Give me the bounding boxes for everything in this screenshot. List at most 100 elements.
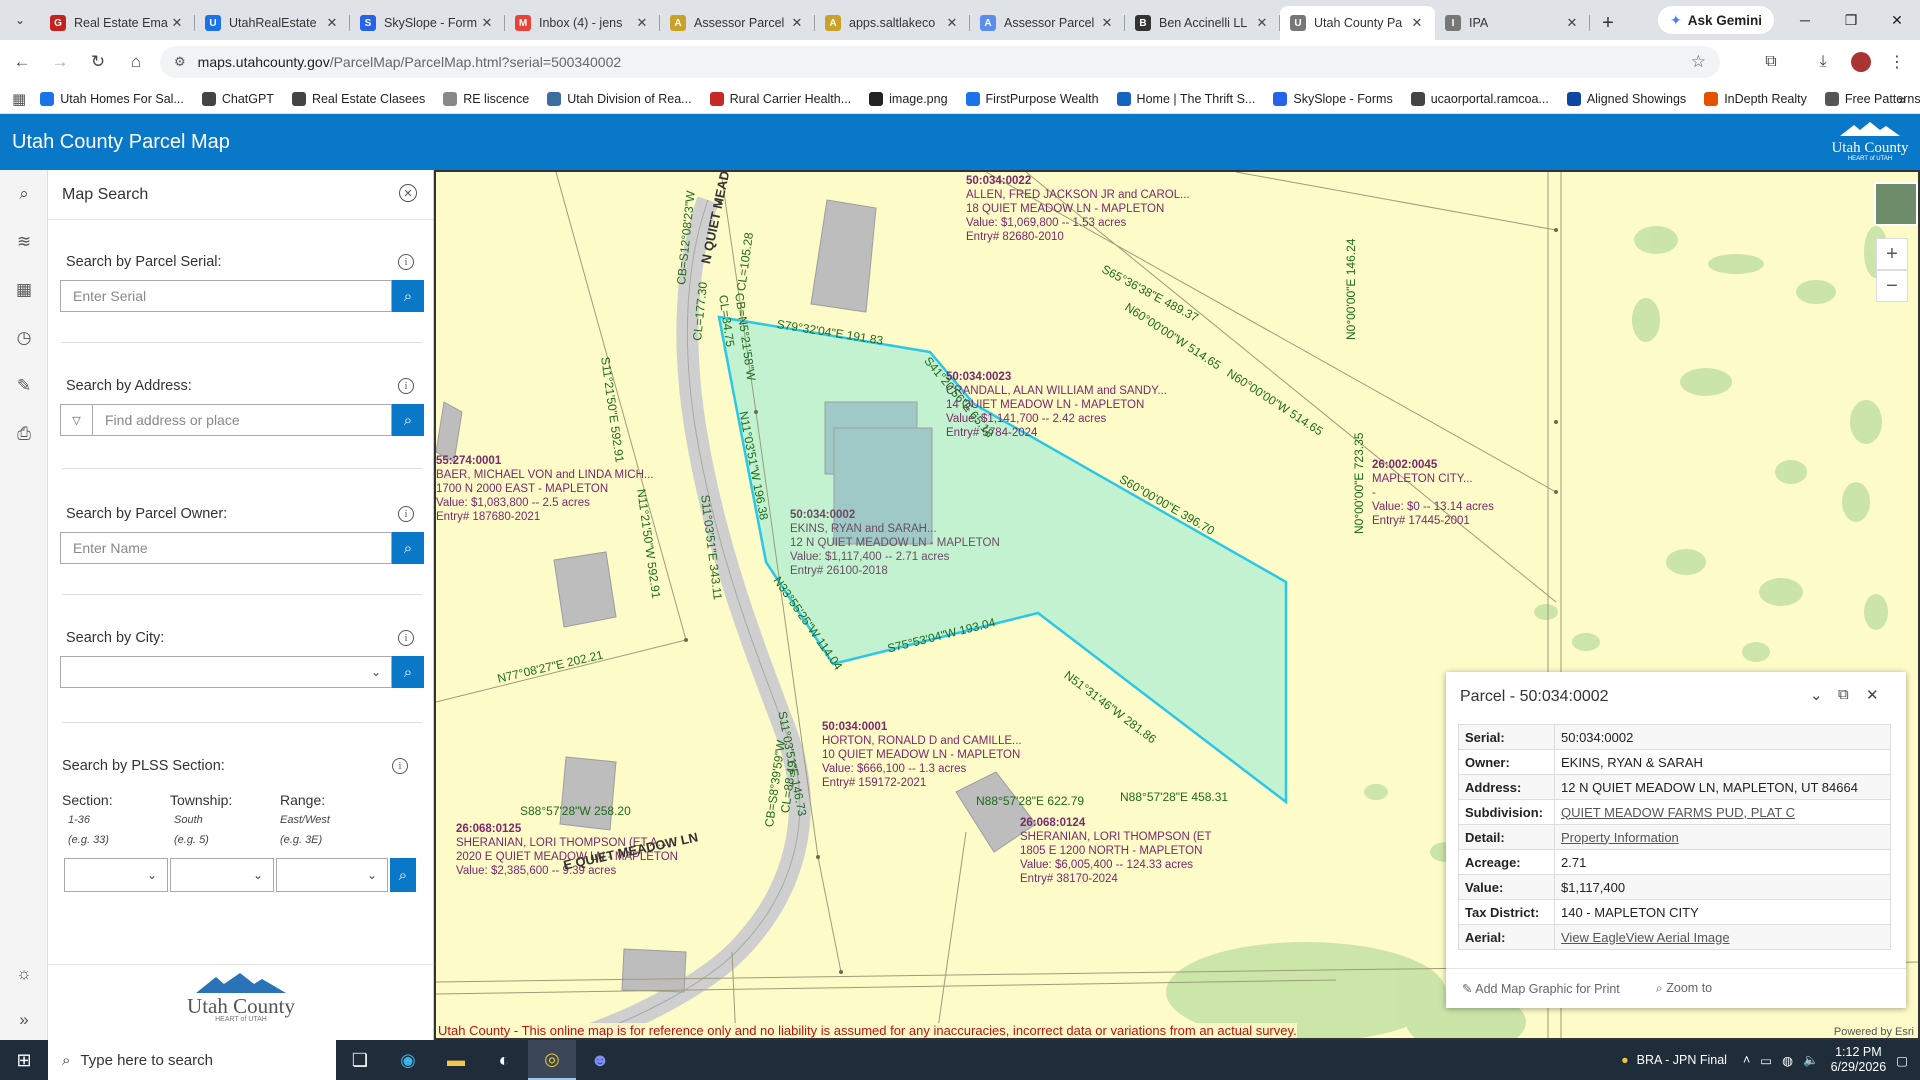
bookmark-item[interactable]: InDepth Realty <box>1704 91 1807 106</box>
close-popup-icon[interactable]: ✕ <box>1866 686 1879 704</box>
close-tab-icon[interactable]: ✕ <box>944 15 960 31</box>
info-icon[interactable]: i <box>392 758 408 774</box>
close-tab-icon[interactable]: ✕ <box>1254 15 1270 31</box>
owner-input[interactable]: Enter Name <box>60 532 392 564</box>
windows-start-icon[interactable]: ⊞ <box>0 1040 48 1080</box>
tab-search-icon[interactable]: ⌄ <box>0 0 40 40</box>
attribute-link[interactable]: View EagleView Aerial Image <box>1561 930 1730 945</box>
dock-icon[interactable]: ⧉ <box>1838 686 1849 703</box>
close-tab-icon[interactable]: ✕ <box>1409 15 1425 31</box>
browser-tab[interactable]: U UtahRealEstate ✕ <box>195 6 350 40</box>
serial-search-button[interactable]: ⌕ <box>392 280 424 312</box>
browser-tab[interactable]: M Inbox (4) - jens ✕ <box>505 6 660 40</box>
volume-icon[interactable]: 🔈 <box>1803 1053 1819 1068</box>
zoom-out-button[interactable]: − <box>1876 270 1908 302</box>
game-score-icon[interactable]: ● <box>1621 1053 1629 1067</box>
print-icon[interactable]: ⎙ <box>0 410 48 458</box>
search-icon[interactable]: ⌕ <box>0 170 48 218</box>
minimize-button[interactable]: ─ <box>1782 0 1828 40</box>
info-icon[interactable]: i <box>398 254 414 270</box>
address-input[interactable]: Find address or place <box>92 404 392 436</box>
measure-icon[interactable]: ✎ <box>0 362 48 410</box>
back-button[interactable]: ← <box>6 46 38 78</box>
section-select[interactable]: ⌄ <box>64 858 168 892</box>
city-select[interactable]: ⌄ <box>60 656 392 688</box>
game-widget-label[interactable]: BRA - JPN Final <box>1637 1053 1727 1067</box>
profile-avatar[interactable] <box>1846 46 1876 78</box>
forward-button[interactable]: → <box>44 46 76 78</box>
close-panel-icon[interactable]: ✕ <box>399 184 417 202</box>
bookmark-star-icon[interactable]: ☆ <box>1691 52 1706 72</box>
downloads-icon[interactable]: ⤓ <box>1808 46 1838 78</box>
edge-icon[interactable]: ◉ <box>384 1040 432 1080</box>
add-map-graphic-button[interactable]: ✎ Add Map Graphic for Print <box>1462 981 1638 996</box>
browser-tab[interactable]: S SkySlope - Form ✕ <box>350 6 505 40</box>
discord-icon[interactable]: ☻ <box>576 1040 624 1080</box>
reload-button[interactable]: ↻ <box>82 46 114 78</box>
chrome-icon[interactable]: ◎ <box>528 1040 576 1080</box>
close-tab-icon[interactable]: ✕ <box>1099 15 1115 31</box>
city-search-button[interactable]: ⌕ <box>392 656 424 688</box>
bookmark-item[interactable]: FirstPurpose Wealth <box>965 91 1099 106</box>
clock[interactable]: 1:12 PM 6/29/2026 <box>1831 1045 1887 1075</box>
close-tab-icon[interactable]: ✕ <box>1564 15 1580 31</box>
browser-menu-icon[interactable]: ⋮ <box>1882 46 1912 78</box>
home-button[interactable]: ⌂ <box>120 46 152 78</box>
powered-by-esri[interactable]: Powered by Esri <box>1834 1026 1914 1038</box>
notifications-icon[interactable]: ▢ <box>1896 1053 1908 1068</box>
attribute-link[interactable]: QUIET MEADOW FARMS PUD, PLAT C <box>1561 805 1795 820</box>
basemap-toggle[interactable] <box>1874 182 1918 226</box>
bookmark-item[interactable]: ChatGPT <box>201 91 274 106</box>
bookmark-item[interactable]: SkySlope - Forms <box>1273 91 1393 106</box>
tray-overflow-icon[interactable]: ˄ <box>1743 1053 1750 1067</box>
serial-input[interactable]: Enter Serial <box>60 280 392 312</box>
bookmark-item[interactable]: ucaorportal.ramcoa... <box>1410 91 1549 106</box>
browser-tab[interactable]: Aapps.saltlakeco ✕ <box>815 6 970 40</box>
collapse-icon[interactable]: ⌄ <box>1810 686 1823 704</box>
info-icon[interactable]: i <box>398 506 414 522</box>
more-bookmarks-icon[interactable]: » <box>1898 91 1906 107</box>
bookmark-item[interactable]: Utah Division of Rea... <box>547 91 692 106</box>
close-tab-icon[interactable]: ✕ <box>169 15 185 31</box>
info-icon[interactable]: i <box>398 378 414 394</box>
basemap-gallery-icon[interactable]: ▦ <box>0 266 48 314</box>
range-select[interactable]: ⌄ <box>276 858 388 892</box>
browser-tab[interactable]: U Utah County Pa ✕ <box>1280 6 1435 40</box>
address-bar[interactable]: ⚙ maps.utahcounty.gov/ParcelMap/ParcelMa… <box>160 46 1720 78</box>
file-explorer-icon[interactable]: ▬ <box>432 1040 480 1080</box>
browser-tab[interactable]: A Assessor Parcel ✕ <box>970 6 1125 40</box>
info-icon[interactable]: i <box>398 630 414 646</box>
theme-icon[interactable]: ☼ <box>0 950 48 998</box>
new-tab-button[interactable]: + <box>1590 6 1626 40</box>
ask-gemini-button[interactable]: ✦ Ask Gemini <box>1658 6 1775 34</box>
close-window-button[interactable]: ✕ <box>1874 0 1920 40</box>
bookmark-item[interactable]: Rural Carrier Health... <box>709 91 851 106</box>
close-tab-icon[interactable]: ✕ <box>789 15 805 31</box>
zoom-to-button[interactable]: ⌕ Zoom to <box>1656 981 1730 996</box>
zoom-in-button[interactable]: + <box>1876 238 1908 270</box>
township-select[interactable]: ⌄ <box>170 858 274 892</box>
expand-rail-icon[interactable]: » <box>0 996 48 1044</box>
close-tab-icon[interactable]: ✕ <box>634 15 650 31</box>
bookmark-item[interactable]: Utah Homes For Sal... <box>40 91 184 106</box>
address-source-dropdown[interactable]: ▽ <box>60 404 92 436</box>
bookmark-item[interactable]: image.png <box>869 91 948 106</box>
browser-tab[interactable]: A Assessor Parcel ✕ <box>660 6 815 40</box>
extensions-icon[interactable]: ⧉ <box>1756 46 1786 78</box>
network-icon[interactable]: ◍ <box>1782 1053 1793 1068</box>
browser-tab[interactable]: I IPA ✕ <box>1435 6 1590 40</box>
history-icon[interactable]: ◷ <box>0 314 48 362</box>
bookmark-item[interactable]: Real Estate Clasees <box>291 91 425 106</box>
taskbar-search[interactable]: ⌕ Type here to search <box>48 1040 336 1080</box>
close-tab-icon[interactable]: ✕ <box>324 15 340 31</box>
plss-search-button[interactable]: ⌕ <box>390 858 416 892</box>
restore-button[interactable]: ❐ <box>1828 0 1874 40</box>
apps-grid-icon[interactable]: ▦ <box>12 90 26 108</box>
site-info-icon[interactable]: ⚙ <box>174 54 186 70</box>
task-view-icon[interactable]: ❏ <box>336 1040 384 1080</box>
bookmark-item[interactable]: Home | The Thrift S... <box>1116 91 1255 106</box>
close-tab-icon[interactable]: ✕ <box>479 15 495 31</box>
bookmark-item[interactable]: RE liscence <box>443 91 529 106</box>
browser-tab[interactable]: G Real Estate Ema ✕ <box>40 6 195 40</box>
address-search-button[interactable]: ⌕ <box>392 404 424 436</box>
